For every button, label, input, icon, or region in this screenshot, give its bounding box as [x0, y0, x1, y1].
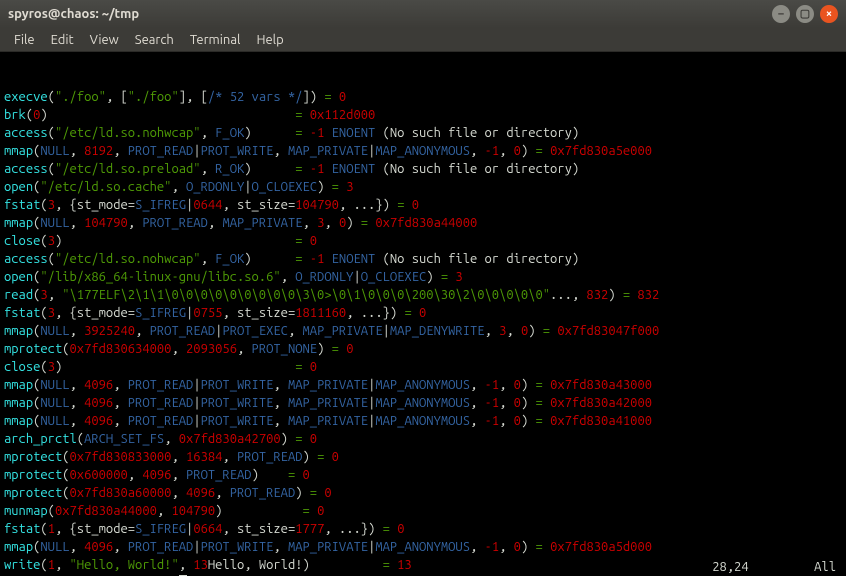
terminal-line: access("/etc/ld.so.nohwcap", F_OK) = -1 … [4, 124, 842, 142]
terminal-output[interactable]: execve("./foo", ["./foo"], [/* 52 vars *… [0, 52, 846, 576]
minimize-button[interactable]: – [772, 5, 790, 23]
terminal-line: arch_prctl(ARCH_SET_FS, 0x7fd830a42700) … [4, 430, 842, 448]
terminal-line: mmap(NULL, 4096, PROT_READ|PROT_WRITE, M… [4, 394, 842, 412]
terminal-line: close(3) = 0 [4, 232, 842, 250]
terminal-line: munmap(0x7fd830a44000, 104790) = 0 [4, 502, 842, 520]
terminal-line: mmap(NULL, 8192, PROT_READ|PROT_WRITE, M… [4, 142, 842, 160]
menu-search[interactable]: Search [127, 31, 182, 49]
maximize-button[interactable]: ▢ [796, 5, 814, 23]
terminal-line: access("/etc/ld.so.preload", R_OK) = -1 … [4, 160, 842, 178]
terminal-line: mmap(NULL, 3925240, PROT_READ|PROT_EXEC,… [4, 322, 842, 340]
menu-bar: File Edit View Search Terminal Help [0, 28, 846, 52]
menu-view[interactable]: View [82, 31, 127, 49]
menu-edit[interactable]: Edit [43, 31, 82, 49]
terminal-line: mprotect(0x7fd830634000, 2093056, PROT_N… [4, 340, 842, 358]
terminal-line: close(3) = 0 [4, 358, 842, 376]
terminal-line: mmap(NULL, 104790, PROT_READ, MAP_PRIVAT… [4, 214, 842, 232]
terminal-line: read(3, "\177ELF\2\1\1\0\0\0\0\0\0\0\0\0… [4, 286, 842, 304]
terminal-line: brk(0) = 0x112d000 [4, 106, 842, 124]
window-titlebar: spyros@chaos: ~/tmp – ▢ × [0, 0, 846, 28]
terminal-line: mprotect(0x7fd830a60000, 4096, PROT_READ… [4, 484, 842, 502]
terminal-line: mmap(NULL, 4096, PROT_READ|PROT_WRITE, M… [4, 412, 842, 430]
vim-status: 28,24 All [712, 558, 846, 576]
terminal-line: fstat(3, {st_mode=S_IFREG|0755, st_size=… [4, 304, 842, 322]
terminal-line: mmap(NULL, 4096, PROT_READ|PROT_WRITE, M… [4, 538, 842, 556]
menu-terminal[interactable]: Terminal [182, 31, 249, 49]
terminal-line: execve("./foo", ["./foo"], [/* 52 vars *… [4, 88, 842, 106]
menu-file[interactable]: File [6, 31, 43, 49]
terminal-line: mprotect(0x600000, 4096, PROT_READ) = 0 [4, 466, 842, 484]
terminal-line: fstat(3, {st_mode=S_IFREG|0644, st_size=… [4, 196, 842, 214]
terminal-line: mprotect(0x7fd830833000, 16384, PROT_REA… [4, 448, 842, 466]
close-button[interactable]: × [820, 5, 838, 23]
terminal-line: open("/etc/ld.so.cache", O_RDONLY|O_CLOE… [4, 178, 842, 196]
terminal-line: access("/etc/ld.so.nohwcap", F_OK) = -1 … [4, 250, 842, 268]
terminal-line: fstat(1, {st_mode=S_IFREG|0664, st_size=… [4, 520, 842, 538]
menu-help[interactable]: Help [248, 31, 291, 49]
window-title: spyros@chaos: ~/tmp [8, 5, 139, 23]
terminal-line: mmap(NULL, 4096, PROT_READ|PROT_WRITE, M… [4, 376, 842, 394]
terminal-line: open("/lib/x86_64-linux-gnu/libc.so.6", … [4, 268, 842, 286]
